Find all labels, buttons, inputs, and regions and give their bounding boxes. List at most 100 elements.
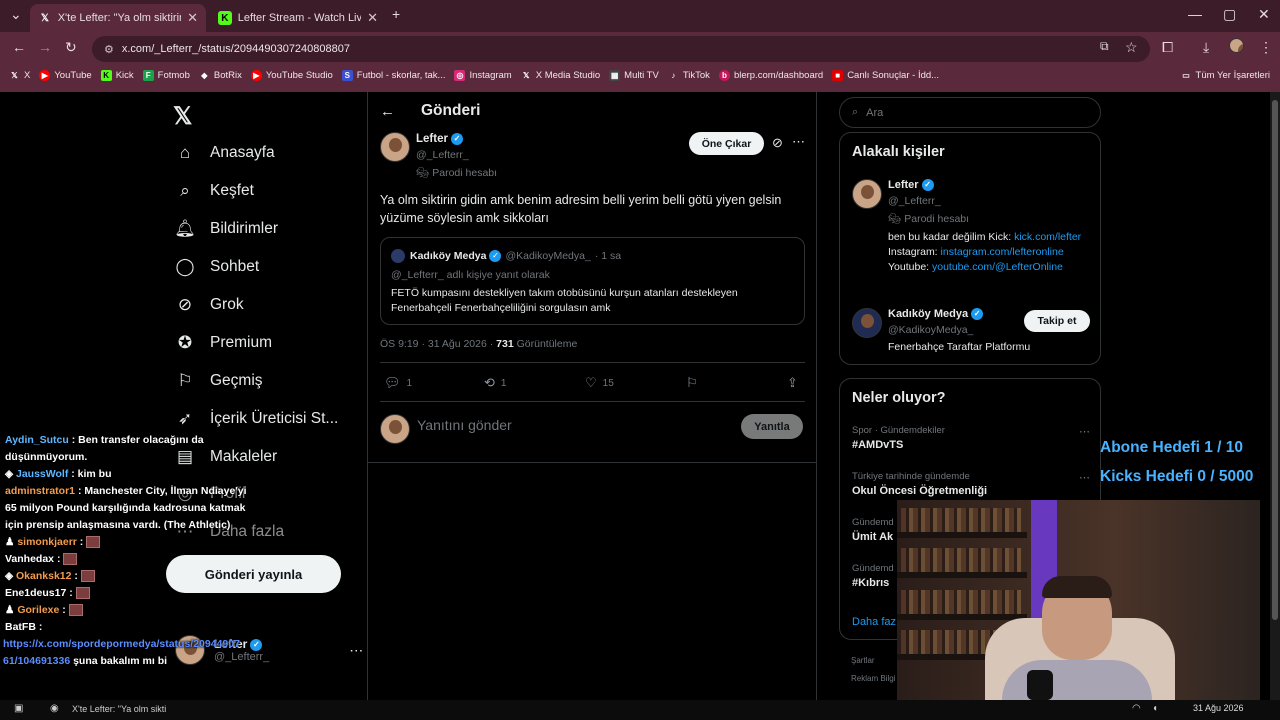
bookmark-x[interactable]: 𝕏X [9, 70, 30, 81]
address-bar[interactable]: ⚙ x.com/_Lefterr_/status/209449030724080… [92, 36, 1150, 62]
youtube-icon: ▶ [39, 69, 51, 81]
like-action[interactable]: ♡ 15 [585, 375, 614, 391]
nav-explore[interactable]: ⌕ Keşfet [174, 181, 254, 201]
page-scrollbar[interactable] [1270, 92, 1280, 720]
search-input[interactable]: ⌕ Ara [839, 97, 1101, 128]
site-info-icon[interactable]: ⚙ [104, 43, 114, 56]
author-handle[interactable]: @_Lefterr_ [416, 149, 469, 161]
taskbar-window-title[interactable]: X'te Lefter: "Ya olm sikti [72, 704, 166, 714]
verified-badge-icon: ✓ [489, 250, 502, 262]
emote-icon [63, 553, 78, 566]
more-icon[interactable]: ⋯ [1079, 471, 1090, 484]
badge-icon: ◈ [5, 570, 16, 582]
quote-reply-context: @_Lefterr_ adlı kişiye yanıt olarak [391, 269, 550, 281]
avatar[interactable] [380, 132, 410, 162]
chat-message: Aydin_Sutcu : Ben transfer olacağını da … [5, 434, 204, 463]
bookmark-action[interactable]: ⚐ [686, 375, 704, 391]
instagram-link[interactable]: instagram.com/lefteronline [941, 246, 1064, 258]
kick-link[interactable]: kick.com/lefter [1014, 231, 1081, 243]
follow-button[interactable]: Takip et [1024, 310, 1090, 332]
new-tab-icon[interactable]: + [392, 6, 400, 22]
repost-action[interactable]: ⟲ 1 [484, 375, 506, 391]
person-bio: ben bu kadar değilim Kick: kick.com/left… [888, 231, 1082, 273]
footer-ads-link[interactable]: Reklam Bilgi [851, 674, 895, 683]
bookmark-instagram[interactable]: ◎ Instagram [454, 69, 512, 81]
browser-menu-icon[interactable]: ⋮ [1259, 39, 1273, 56]
reply-button[interactable]: Yanıtla [741, 414, 803, 439]
url-text: x.com/_Lefterr_/status/20944903072408088… [121, 43, 350, 55]
x-logo-icon: 𝕏 [522, 70, 530, 80]
reply-action[interactable]: 💬︎ 1 [384, 375, 412, 391]
x-logo-icon: 𝕏 [11, 70, 18, 80]
avatar [391, 249, 405, 263]
close-tab-icon[interactable]: ✕ [187, 10, 198, 26]
chat-message: ♟ Gorilexe : [0, 602, 252, 619]
badge-icon: ♟ [5, 536, 18, 548]
bookmark-blerp[interactable]: b blerp.com/dashboard [718, 69, 823, 81]
footer-terms-link[interactable]: Şartlar [851, 656, 875, 665]
bookmark-star-icon[interactable]: ☆ [1125, 39, 1138, 56]
profile-avatar-icon[interactable] [1229, 38, 1244, 56]
install-app-icon[interactable]: ⧉ [1100, 39, 1109, 54]
close-tab-icon[interactable]: ✕ [367, 10, 378, 26]
tab-kick-stream[interactable]: K Lefter Stream - Watch Live on K ✕ [210, 4, 386, 32]
flashscore-icon: S [341, 69, 353, 81]
bookmark-multi-tv[interactable]: ▦ Multi TV [609, 69, 659, 81]
nav-grok[interactable]: ⊘ Grok [174, 295, 244, 315]
bookmark-canli-sonuclar[interactable]: ■ Canlı Sonuçlar - İdd... [832, 69, 939, 81]
page-title: Gönderi [421, 102, 481, 119]
all-bookmarks[interactable]: ▭ Tüm Yer İşaretleri [1181, 70, 1270, 81]
more-icon[interactable]: ⋯ [1079, 425, 1090, 438]
bookmark-youtube-studio[interactable]: ▶ YouTube Studio [250, 69, 333, 81]
person-handle: @_Lefterr_ [888, 195, 941, 207]
nav-creator-studio[interactable]: ➶ İçerik Üreticisi St... [174, 409, 338, 429]
nav-notifications[interactable]: 🔔︎ Bildirimler [174, 219, 278, 239]
taskbar-app-icon[interactable]: ▣ [14, 703, 23, 714]
extensions-icon[interactable]: ⧠ [1162, 39, 1173, 56]
bookmark-kick[interactable]: K Kick [100, 69, 134, 81]
bookmark-tiktok[interactable]: ♪ TikTok [668, 70, 710, 81]
reply-input[interactable]: Yanıtını gönder [417, 417, 512, 433]
trend-item[interactable]: Spor · Gündemdekiler #AMDvTS ⋯ [852, 425, 1090, 451]
feature-button[interactable]: Öne Çıkar [689, 132, 764, 155]
quoted-post[interactable]: Kadıköy Medya ✓ @KadikoyMedya_ · 1 sa @_… [380, 237, 805, 325]
bookmark-botrix[interactable]: ◆ BotRix [199, 70, 242, 81]
nav-chat[interactable]: ◯ Sohbet [174, 257, 259, 277]
chat-message: Vanhedax : [0, 551, 252, 568]
download-icon[interactable]: ⤓ [1203, 39, 1209, 56]
account-more-icon[interactable]: ⋯ [349, 642, 363, 659]
subscriber-goal: Abone Hedefi 1 / 10 [1100, 439, 1243, 456]
back-icon[interactable]: ← [12, 39, 26, 55]
stream-chat-overlay: Aydin_Sutcu : Ben transfer olacağını da … [0, 432, 252, 670]
bookmark-youtube[interactable]: ▶ YouTube [39, 69, 92, 81]
trend-item[interactable]: Türkiye tarihinde gündemde Okul Öncesi Öğ… [852, 471, 1090, 497]
kick-logo-icon: K [218, 11, 232, 25]
x-logo-icon[interactable]: 𝕏 [173, 102, 192, 131]
chrome-icon[interactable]: ◉ [50, 703, 59, 714]
tab-search-icon[interactable]: ⌄ [10, 6, 22, 23]
quote-time: · 1 sa [594, 250, 622, 262]
forward-icon[interactable]: → [38, 39, 52, 55]
bell-icon: 🔔︎ [174, 219, 196, 238]
volume-icon[interactable]: ◖ [1152, 703, 1158, 714]
more-icon[interactable]: ⋯ [792, 134, 805, 150]
nav-bookmarks[interactable]: ⚐ Geçmiş [174, 371, 262, 391]
grok-icon[interactable]: ⊘ [772, 135, 783, 151]
author-name[interactable]: Lefter ✓ [416, 133, 463, 145]
nav-premium[interactable]: ✪ Premium [174, 333, 272, 353]
bookmark-x-media-studio[interactable]: 𝕏X Media Studio [521, 70, 600, 81]
maximize-icon[interactable]: ▢ [1223, 6, 1236, 23]
close-window-icon[interactable]: ✕ [1258, 6, 1270, 23]
wifi-icon[interactable]: ◠ [1132, 703, 1141, 714]
nav-home[interactable]: ⌂ Anasayfa [174, 143, 275, 163]
avatar [380, 414, 410, 444]
bookmark-futbol[interactable]: S Futbol - skorlar, tak... [341, 69, 445, 81]
bookmark-fotmob[interactable]: F Fotmob [142, 69, 190, 81]
minimize-icon[interactable]: — [1188, 6, 1202, 22]
scroll-thumb[interactable] [1272, 100, 1278, 620]
reload-icon[interactable]: ↻ [65, 39, 77, 56]
back-arrow-icon[interactable]: ← [380, 103, 395, 120]
share-action[interactable]: ⇪ [787, 375, 804, 391]
youtube-link[interactable]: youtube.com/@LefterOnline [932, 261, 1063, 273]
tab-x-post[interactable]: 𝕏 X'te Lefter: "Ya olm siktirin gidin ✕ [30, 4, 206, 32]
